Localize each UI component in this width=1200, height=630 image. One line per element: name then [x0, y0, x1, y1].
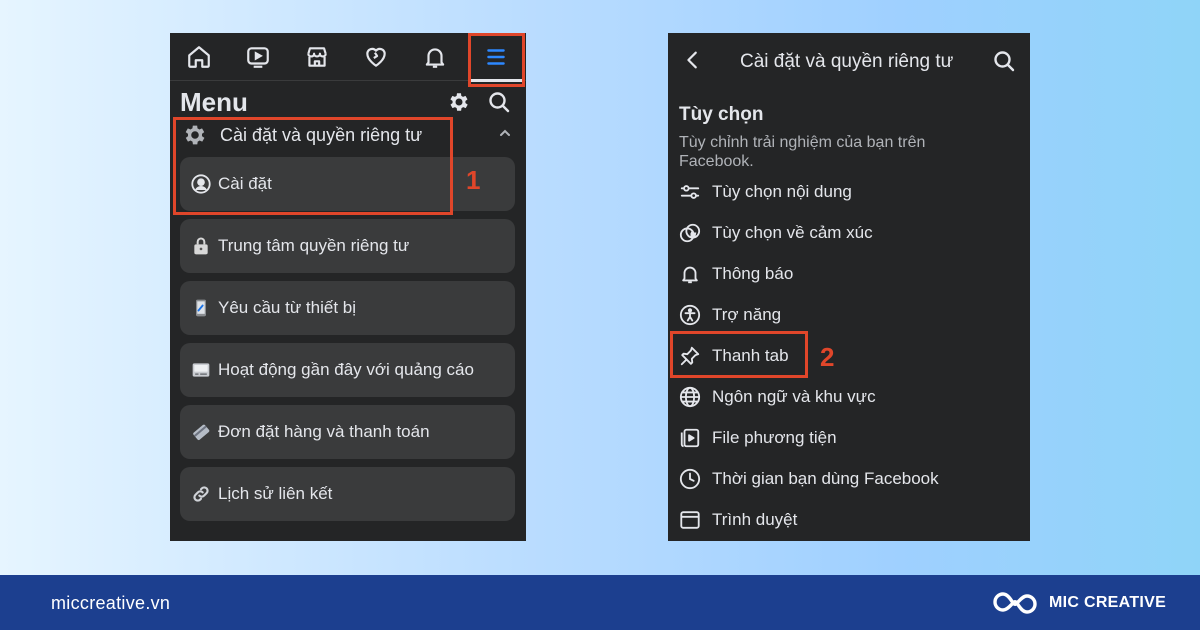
- media-files-item[interactable]: File phương tiện: [678, 421, 1018, 455]
- item-label: Trình duyệt: [712, 510, 798, 529]
- menu-screen: Menu Cài đặt và quyền riêng tư Cài đặt T…: [170, 33, 526, 541]
- footer-bar: miccreative.vn MIC CREATIVE: [0, 575, 1200, 630]
- time-on-facebook-item[interactable]: Thời gian bạn dùng Facebook: [678, 462, 1018, 496]
- orders-payments-item[interactable]: Đơn đặt hàng và thanh toán: [180, 405, 515, 459]
- bell-icon: [425, 48, 445, 68]
- section-description: Tùy chỉnh trải nghiệm của bạn trên Faceb…: [679, 134, 926, 170]
- tab-bar-item[interactable]: Thanh tab: [678, 339, 1018, 373]
- reaction-icon: [678, 221, 702, 245]
- item-label: Đơn đặt hàng và thanh toán: [218, 422, 430, 441]
- item-label: Trợ năng: [712, 305, 782, 324]
- language-region-item[interactable]: Ngôn ngữ và khu vực: [678, 380, 1018, 414]
- gear-icon: [185, 125, 205, 145]
- page-title: Menu: [180, 87, 248, 117]
- item-label: Thời gian bạn dùng Facebook: [712, 469, 939, 488]
- browser-icon: [678, 508, 702, 532]
- user-circle-icon: [190, 173, 212, 195]
- content-preferences-item[interactable]: Tùy chọn nội dung: [678, 175, 1018, 209]
- brand-name: MIC CREATIVE: [1049, 594, 1167, 611]
- menu-tab[interactable]: [467, 33, 525, 81]
- browser-item[interactable]: Trình duyệt: [678, 503, 1018, 537]
- accessibility-item[interactable]: Trợ năng: [678, 298, 1018, 332]
- website-url[interactable]: miccreative.vn: [51, 593, 170, 614]
- privacy-center-item[interactable]: Trung tâm quyền riêng tư: [180, 219, 515, 273]
- item-label: Tùy chọn nội dung: [712, 182, 852, 201]
- home-tab[interactable]: [170, 33, 228, 81]
- video-tab[interactable]: [229, 33, 287, 81]
- item-label: File phương tiện: [712, 428, 837, 447]
- globe-icon: [678, 385, 702, 409]
- link-icon: [190, 483, 212, 505]
- pin-icon: [678, 344, 702, 368]
- reaction-preferences-item[interactable]: Tùy chọn về cảm xúc: [678, 216, 1018, 250]
- item-label: Yêu cầu từ thiết bị: [218, 298, 357, 317]
- top-navigation-bar: [170, 33, 526, 82]
- header-bar: Cài đặt và quyền riêng tư: [668, 33, 1030, 89]
- mic-creative-logo-icon: [993, 592, 1037, 614]
- notifications-item[interactable]: Thông báo: [678, 257, 1018, 291]
- step-number-2: 2: [820, 342, 835, 372]
- active-tab-indicator: [470, 79, 524, 82]
- step-number-1: 1: [466, 165, 481, 195]
- device-requests-item[interactable]: Yêu cầu từ thiết bị: [180, 281, 515, 335]
- menu-icon: [487, 49, 505, 65]
- section-title: Tùy chọn: [679, 104, 764, 125]
- home-icon: [188, 46, 210, 68]
- marketplace-tab[interactable]: [288, 33, 346, 81]
- dating-icon: [366, 47, 386, 67]
- item-label: Lịch sử liên kết: [218, 484, 333, 503]
- item-label: Thông báo: [712, 264, 794, 283]
- search-icon[interactable]: [992, 49, 1016, 73]
- video-icon: [247, 47, 269, 68]
- chevron-up-icon: [500, 129, 510, 136]
- card-icon: [190, 421, 212, 443]
- settings-privacy-section-header[interactable]: Cài đặt và quyền riêng tư: [182, 119, 512, 151]
- media-icon: [678, 426, 702, 450]
- clock-icon: [678, 467, 702, 491]
- bell-icon: [678, 262, 702, 286]
- lock-icon: [190, 235, 212, 257]
- section-label: Cài đặt và quyền riêng tư: [220, 124, 423, 145]
- link-history-item[interactable]: Lịch sử liên kết: [180, 467, 515, 521]
- item-label: Hoạt động gần đây với quảng cáo: [218, 360, 474, 379]
- ad-activity-icon: [190, 359, 212, 381]
- accessibility-icon: [678, 303, 702, 327]
- device-icon: [190, 297, 212, 319]
- settings-item[interactable]: Cài đặt: [180, 157, 515, 211]
- item-label: Trung tâm quyền riêng tư: [218, 236, 410, 255]
- ad-activity-item[interactable]: Hoạt động gần đây với quảng cáo: [180, 343, 515, 397]
- gear-icon[interactable]: [447, 90, 471, 114]
- notifications-tab[interactable]: [406, 33, 464, 81]
- item-label: Ngôn ngữ và khu vực: [712, 387, 876, 406]
- item-label: Thanh tab: [712, 346, 789, 365]
- marketplace-icon: [307, 47, 327, 67]
- sliders-icon: [678, 180, 702, 204]
- dating-tab[interactable]: [347, 33, 405, 81]
- item-label: Cài đặt: [218, 174, 272, 193]
- settings-privacy-screen: Cài đặt và quyền riêng tư Tùy chọn Tùy c…: [668, 33, 1030, 541]
- back-arrow-icon[interactable]: [682, 49, 704, 71]
- page-title: Cài đặt và quyền riêng tư: [740, 51, 954, 72]
- search-icon[interactable]: [487, 90, 511, 114]
- item-label: Tùy chọn về cảm xúc: [712, 223, 873, 242]
